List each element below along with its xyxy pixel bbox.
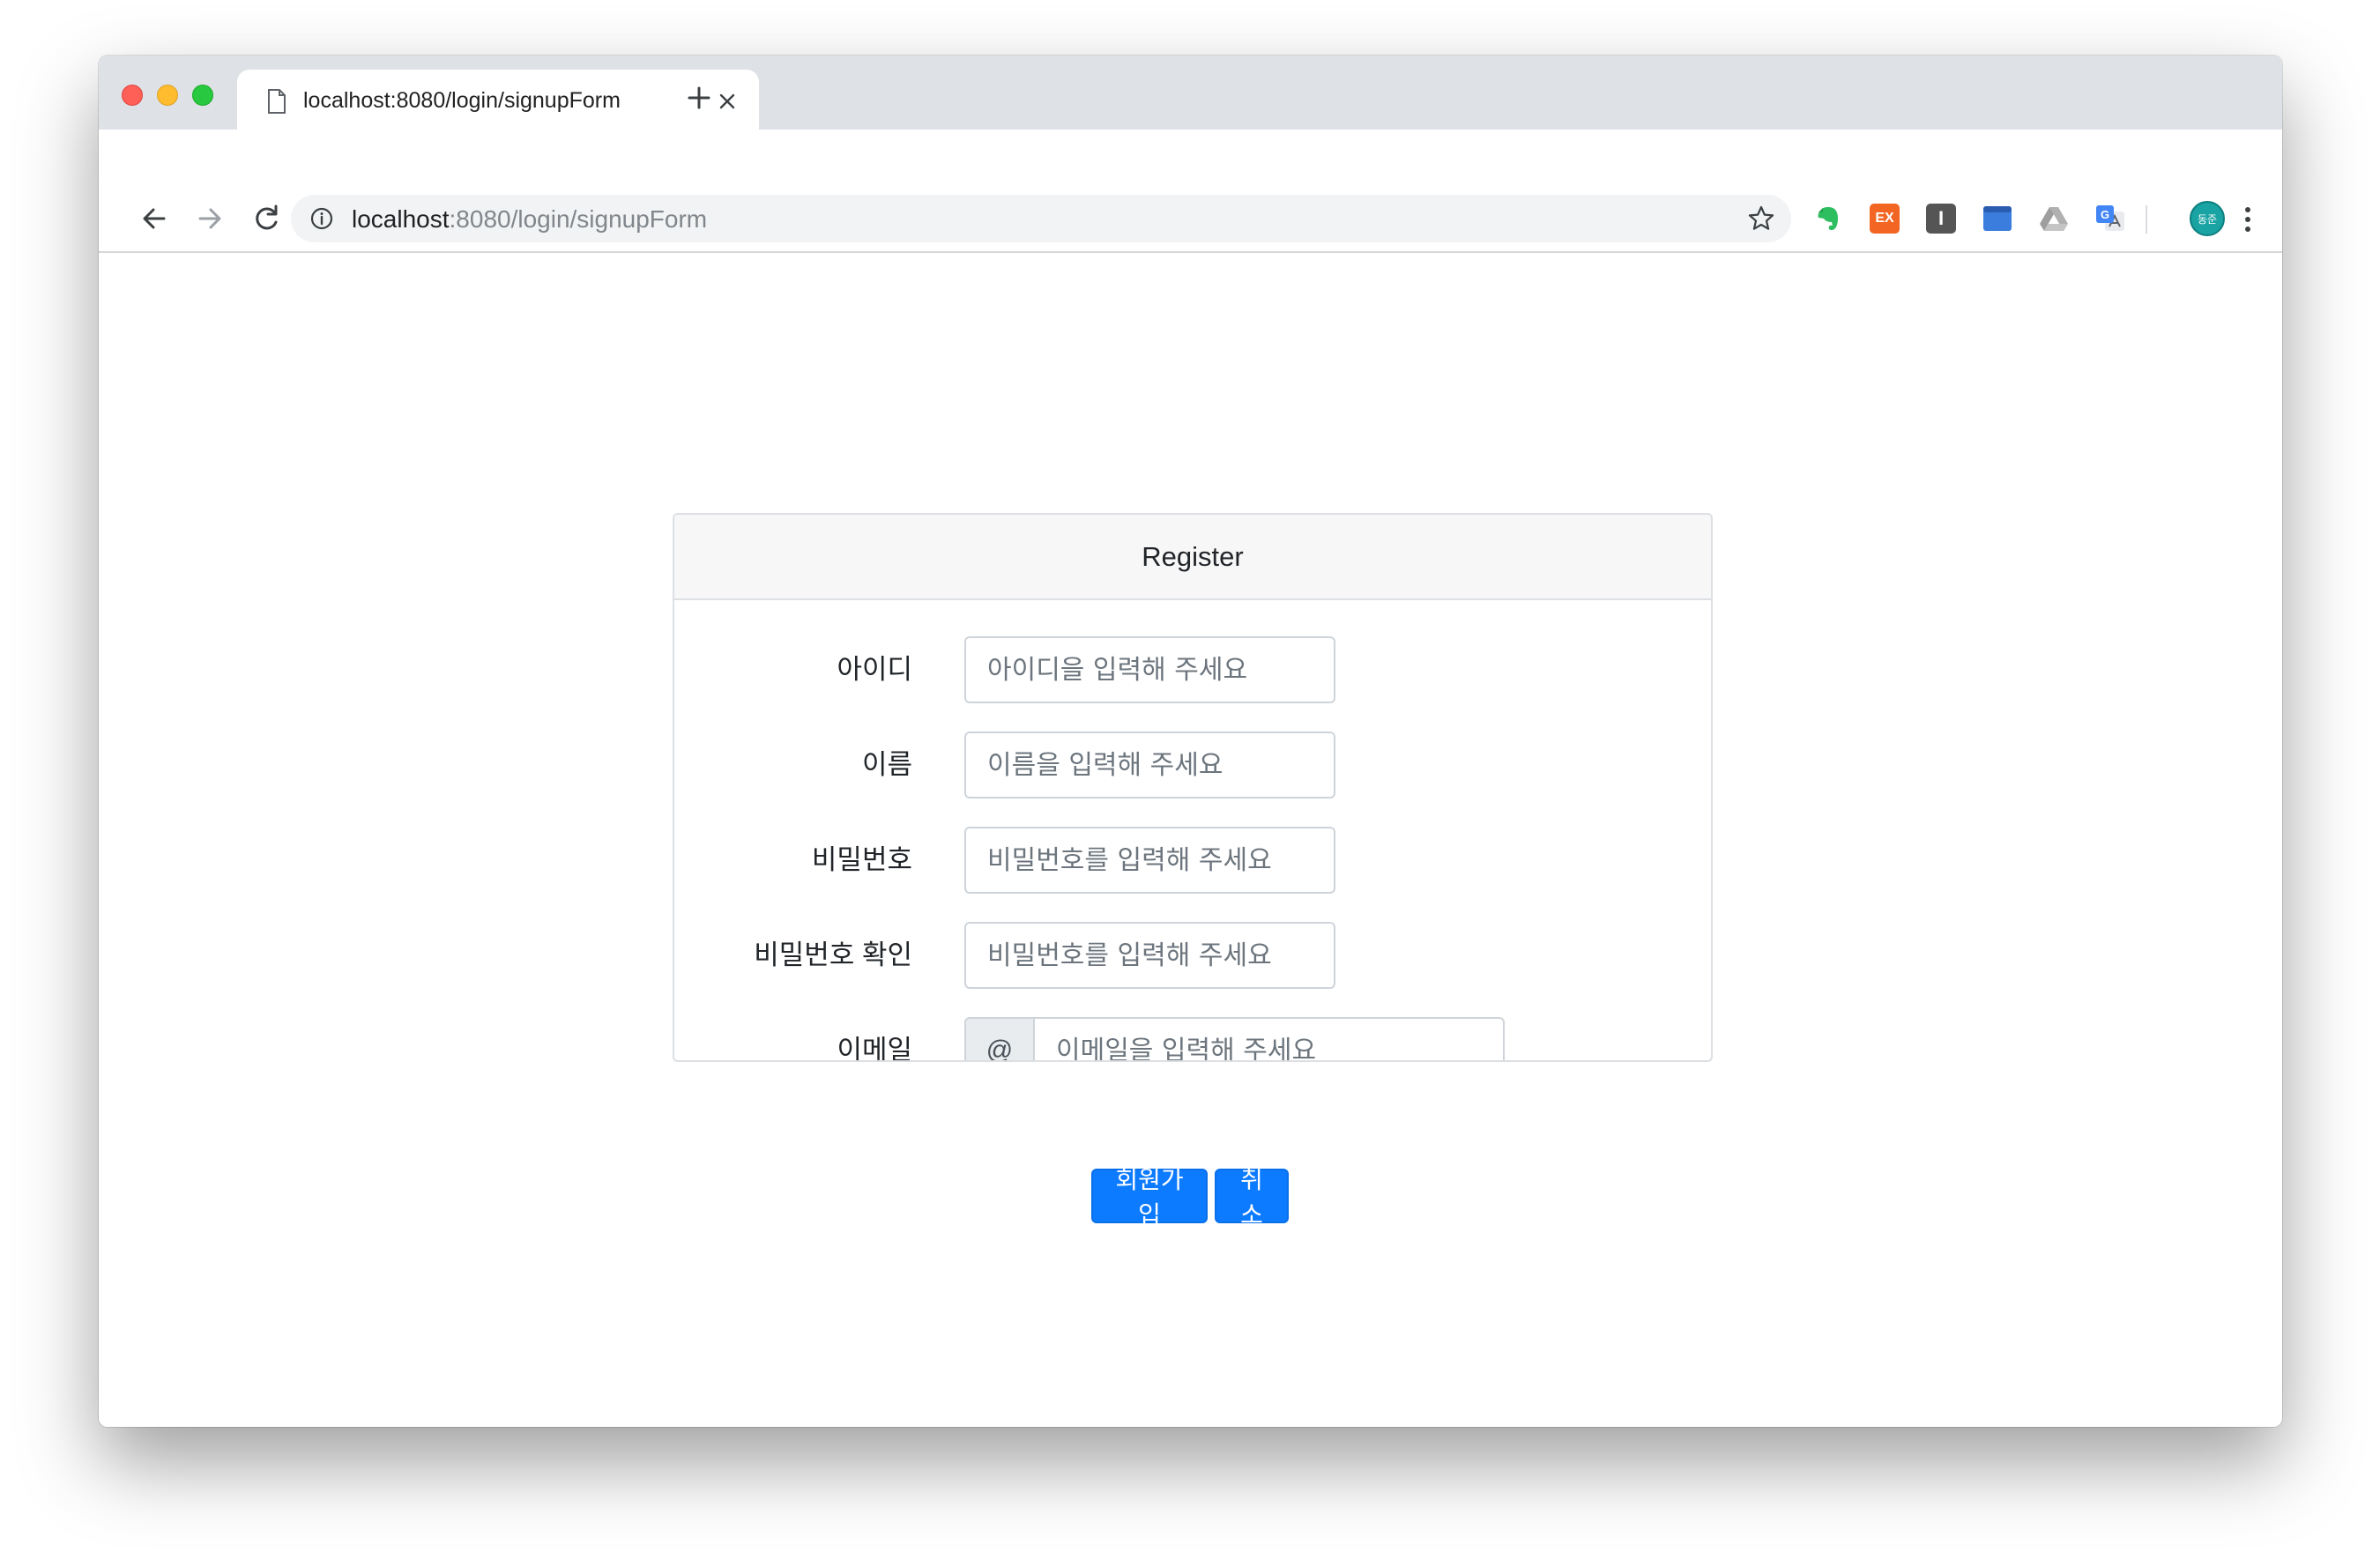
- ex-extension-icon[interactable]: EX: [1870, 204, 1900, 234]
- drive-icon: [2040, 207, 2068, 231]
- toolbar-separator: [2146, 205, 2147, 234]
- elephant-icon: [1818, 207, 1838, 230]
- signup-button[interactable]: 회원가입: [1091, 1165, 1208, 1229]
- window-icon: [1983, 206, 2012, 231]
- document-icon: [268, 89, 286, 114]
- name-label: 이름: [861, 749, 912, 780]
- instapaper-extension-icon[interactable]: I: [1926, 204, 1956, 234]
- id-input[interactable]: [964, 636, 1335, 703]
- tab-active[interactable]: localhost:8080/login/signupForm: [237, 70, 759, 130]
- arrow-right-icon: [198, 208, 221, 229]
- id-label: 아이디: [837, 654, 912, 685]
- minimize-window-button[interactable]: [157, 85, 178, 106]
- evernote-extension-icon[interactable]: [1813, 204, 1843, 234]
- address-bar[interactable]: localhost:8080/login/signupForm: [291, 195, 1791, 242]
- new-tab-plus-icon[interactable]: [686, 85, 712, 111]
- translate-icon: G: [2096, 205, 2124, 231]
- tab-strip: localhost:8080/login/signupForm: [99, 56, 2282, 130]
- form-row-password-confirm: 비밀번호 확인: [674, 922, 1711, 989]
- profile-avatar[interactable]: 동준: [2190, 201, 2225, 236]
- form-row-email: 이메일 @: [674, 1017, 1711, 1062]
- form-row-id: 아이디: [674, 636, 1711, 703]
- reload-button[interactable]: [249, 201, 284, 236]
- page-content: Register 아이디 이름 비밀번호 비밀번호 확인 이메일: [99, 253, 2282, 1427]
- bookmark-star-icon[interactable]: [1747, 204, 1775, 233]
- translate-extension-icon[interactable]: G: [2095, 204, 2125, 234]
- url-host: localhost: [352, 205, 450, 233]
- browser-window: localhost:8080/login/signupForm localhos…: [99, 56, 2282, 1427]
- form-row-name: 이름: [674, 732, 1711, 798]
- close-window-button[interactable]: [122, 85, 143, 106]
- email-at-prepend: @: [964, 1017, 1035, 1060]
- password-input[interactable]: [964, 827, 1335, 894]
- name-input[interactable]: [964, 732, 1335, 798]
- password-confirm-label: 비밀번호 확인: [754, 939, 912, 970]
- forward-button[interactable]: [192, 201, 227, 236]
- form-row-password: 비밀번호: [674, 827, 1711, 894]
- svg-text:G: G: [2101, 208, 2109, 221]
- url-text: localhost:8080/login/signupForm: [352, 205, 707, 234]
- password-confirm-input[interactable]: [964, 922, 1335, 989]
- card-title: Register: [1142, 540, 1244, 572]
- more-vert-icon[interactable]: [2237, 202, 2258, 237]
- url-path: :8080/login/signupForm: [449, 205, 708, 233]
- email-input[interactable]: [1033, 1017, 1505, 1060]
- instapaper-label: I: [1926, 204, 1956, 234]
- tab-title: localhost:8080/login/signupForm: [303, 88, 621, 113]
- drive-extension-icon[interactable]: [2039, 204, 2069, 234]
- register-card: Register 아이디 이름 비밀번호 비밀번호 확인 이메일: [673, 513, 1713, 1062]
- info-icon[interactable]: [310, 207, 333, 230]
- email-input-group: @: [964, 1017, 1505, 1060]
- card-header: Register: [674, 515, 1711, 600]
- window-extension-icon[interactable]: [1982, 204, 2012, 234]
- cancel-button[interactable]: 취소: [1215, 1165, 1289, 1229]
- email-label: 이메일: [837, 1035, 912, 1062]
- reload-icon: [256, 204, 278, 230]
- arrow-left-icon: [143, 208, 166, 229]
- back-button[interactable]: [137, 201, 172, 236]
- ex-label: EX: [1870, 204, 1900, 234]
- zoom-window-button[interactable]: [192, 85, 213, 106]
- browser-toolbar: localhost:8080/login/signupForm EX I G 동…: [99, 130, 2282, 251]
- password-label: 비밀번호: [811, 844, 912, 875]
- close-icon[interactable]: [717, 91, 738, 112]
